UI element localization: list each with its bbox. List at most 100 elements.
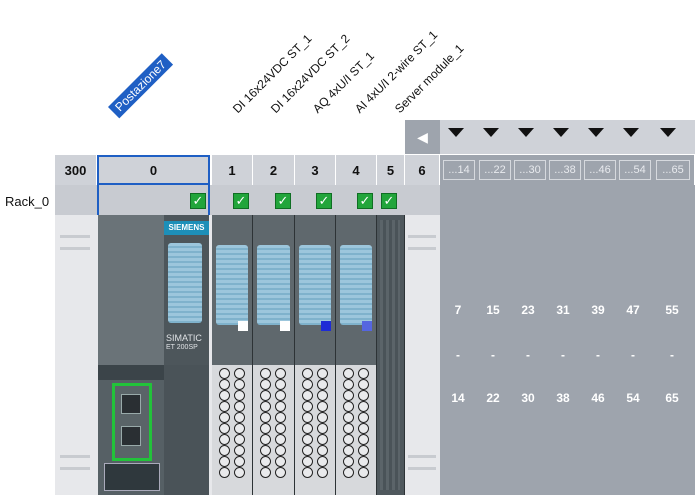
slot-6-empty[interactable] <box>405 215 440 495</box>
triangle-down-icon[interactable] <box>483 128 499 137</box>
module-di-1[interactable] <box>212 215 253 495</box>
terminal-hole <box>219 456 230 467</box>
terminal-hole <box>317 434 328 445</box>
checkmark-icon[interactable]: ✓ <box>357 193 373 209</box>
rail-line <box>408 455 436 458</box>
terminal-block <box>295 365 335 495</box>
terminal-hole <box>275 390 286 401</box>
triangle-down-icon[interactable] <box>553 128 569 137</box>
checkmark-icon[interactable]: ✓ <box>316 193 332 209</box>
slot-header-0[interactable]: 0 <box>97 155 210 185</box>
terminal-hole <box>358 368 369 379</box>
terminal-hole <box>317 456 328 467</box>
terminal-hole <box>275 423 286 434</box>
range-dash: - <box>631 348 635 362</box>
terminal-hole <box>358 456 369 467</box>
terminal-hole <box>260 412 271 423</box>
terminal-hole <box>234 412 245 423</box>
terminal-hole <box>302 456 313 467</box>
range-dash: - <box>526 348 530 362</box>
rail-line <box>408 235 436 238</box>
rail-line <box>60 455 90 458</box>
rail-line <box>60 235 90 238</box>
terminal-hole <box>260 390 271 401</box>
rail-line <box>60 247 90 250</box>
triangle-down-icon[interactable] <box>588 128 604 137</box>
terminal-hole <box>302 379 313 390</box>
range-start-3: 23 <box>521 303 535 317</box>
terminal-hole <box>260 456 271 467</box>
terminal-hole <box>234 401 245 412</box>
terminal-hole <box>275 379 286 390</box>
range-dash: - <box>670 348 674 362</box>
head-left-body <box>98 215 164 365</box>
led-strip <box>216 245 248 325</box>
rack-label[interactable]: Rack_0 <box>5 194 49 209</box>
terminal-hole <box>317 445 328 456</box>
module-aq[interactable] <box>295 215 336 495</box>
chevron-left-icon[interactable]: ◀ <box>405 120 440 154</box>
rack-row-dark <box>440 185 695 215</box>
terminal-hole <box>260 445 271 456</box>
terminal-hole <box>343 423 354 434</box>
status-square <box>321 321 331 331</box>
terminal-hole <box>219 368 230 379</box>
ethernet-port-group[interactable] <box>112 383 152 461</box>
terminal-hole <box>219 423 230 434</box>
terminal-hole <box>275 467 286 478</box>
station-label[interactable]: Postazione7 <box>108 53 174 119</box>
range-end-2: 22 <box>486 391 500 405</box>
triangle-down-icon[interactable] <box>623 128 639 137</box>
triangle-down-icon[interactable] <box>448 128 464 137</box>
range-dash: - <box>491 348 495 362</box>
terminal-hole <box>317 390 328 401</box>
range-end-7: 65 <box>665 391 679 405</box>
terminal-hole <box>343 412 354 423</box>
terminal-hole <box>234 390 245 401</box>
terminal-hole <box>343 445 354 456</box>
ethernet-port-1[interactable] <box>121 394 141 414</box>
terminal-hole <box>317 467 328 478</box>
triangle-down-icon[interactable] <box>518 128 534 137</box>
expand-row <box>405 120 695 154</box>
terminal-hole <box>275 368 286 379</box>
range-dash: - <box>456 348 460 362</box>
slot-header-1: 1 <box>212 155 253 185</box>
module-label-5[interactable]: Server module_1 <box>392 41 467 116</box>
slot-header-2: 2 <box>253 155 295 185</box>
server-module[interactable] <box>377 215 405 495</box>
terminal-hole <box>234 445 245 456</box>
terminal-hole <box>343 401 354 412</box>
module-di-2[interactable] <box>253 215 295 495</box>
led-strip <box>257 245 290 325</box>
range-start-4: 31 <box>556 303 570 317</box>
checkmark-icon[interactable]: ✓ <box>275 193 291 209</box>
terminal-block <box>212 365 252 495</box>
status-square <box>238 321 248 331</box>
terminal-hole <box>260 368 271 379</box>
terminal-hole <box>260 423 271 434</box>
module-ai[interactable] <box>336 215 377 495</box>
ethernet-port-2[interactable] <box>121 426 141 446</box>
triangle-down-icon[interactable] <box>660 128 676 137</box>
terminal-hole <box>219 445 230 456</box>
terminal-hole <box>358 390 369 401</box>
head-bottom-strip <box>98 365 164 380</box>
terminal-hole <box>234 379 245 390</box>
slot-header-5: 5 <box>377 155 405 185</box>
interface-module[interactable]: SIEMENS SIMATIC ET 200SP <box>98 215 209 495</box>
checkmark-icon[interactable]: ✓ <box>190 193 206 209</box>
terminal-hole <box>358 445 369 456</box>
checkmark-icon[interactable]: ✓ <box>233 193 249 209</box>
terminal-hole <box>219 401 230 412</box>
terminal-hole <box>302 390 313 401</box>
led-strip <box>299 245 331 325</box>
terminal-hole <box>358 412 369 423</box>
checkmark-icon[interactable]: ✓ <box>381 193 397 209</box>
terminal-hole <box>358 379 369 390</box>
terminal-hole <box>219 434 230 445</box>
terminal-hole <box>317 379 328 390</box>
power-connector <box>104 463 160 491</box>
terminal-hole <box>234 434 245 445</box>
slot-header-3: 3 <box>295 155 336 185</box>
